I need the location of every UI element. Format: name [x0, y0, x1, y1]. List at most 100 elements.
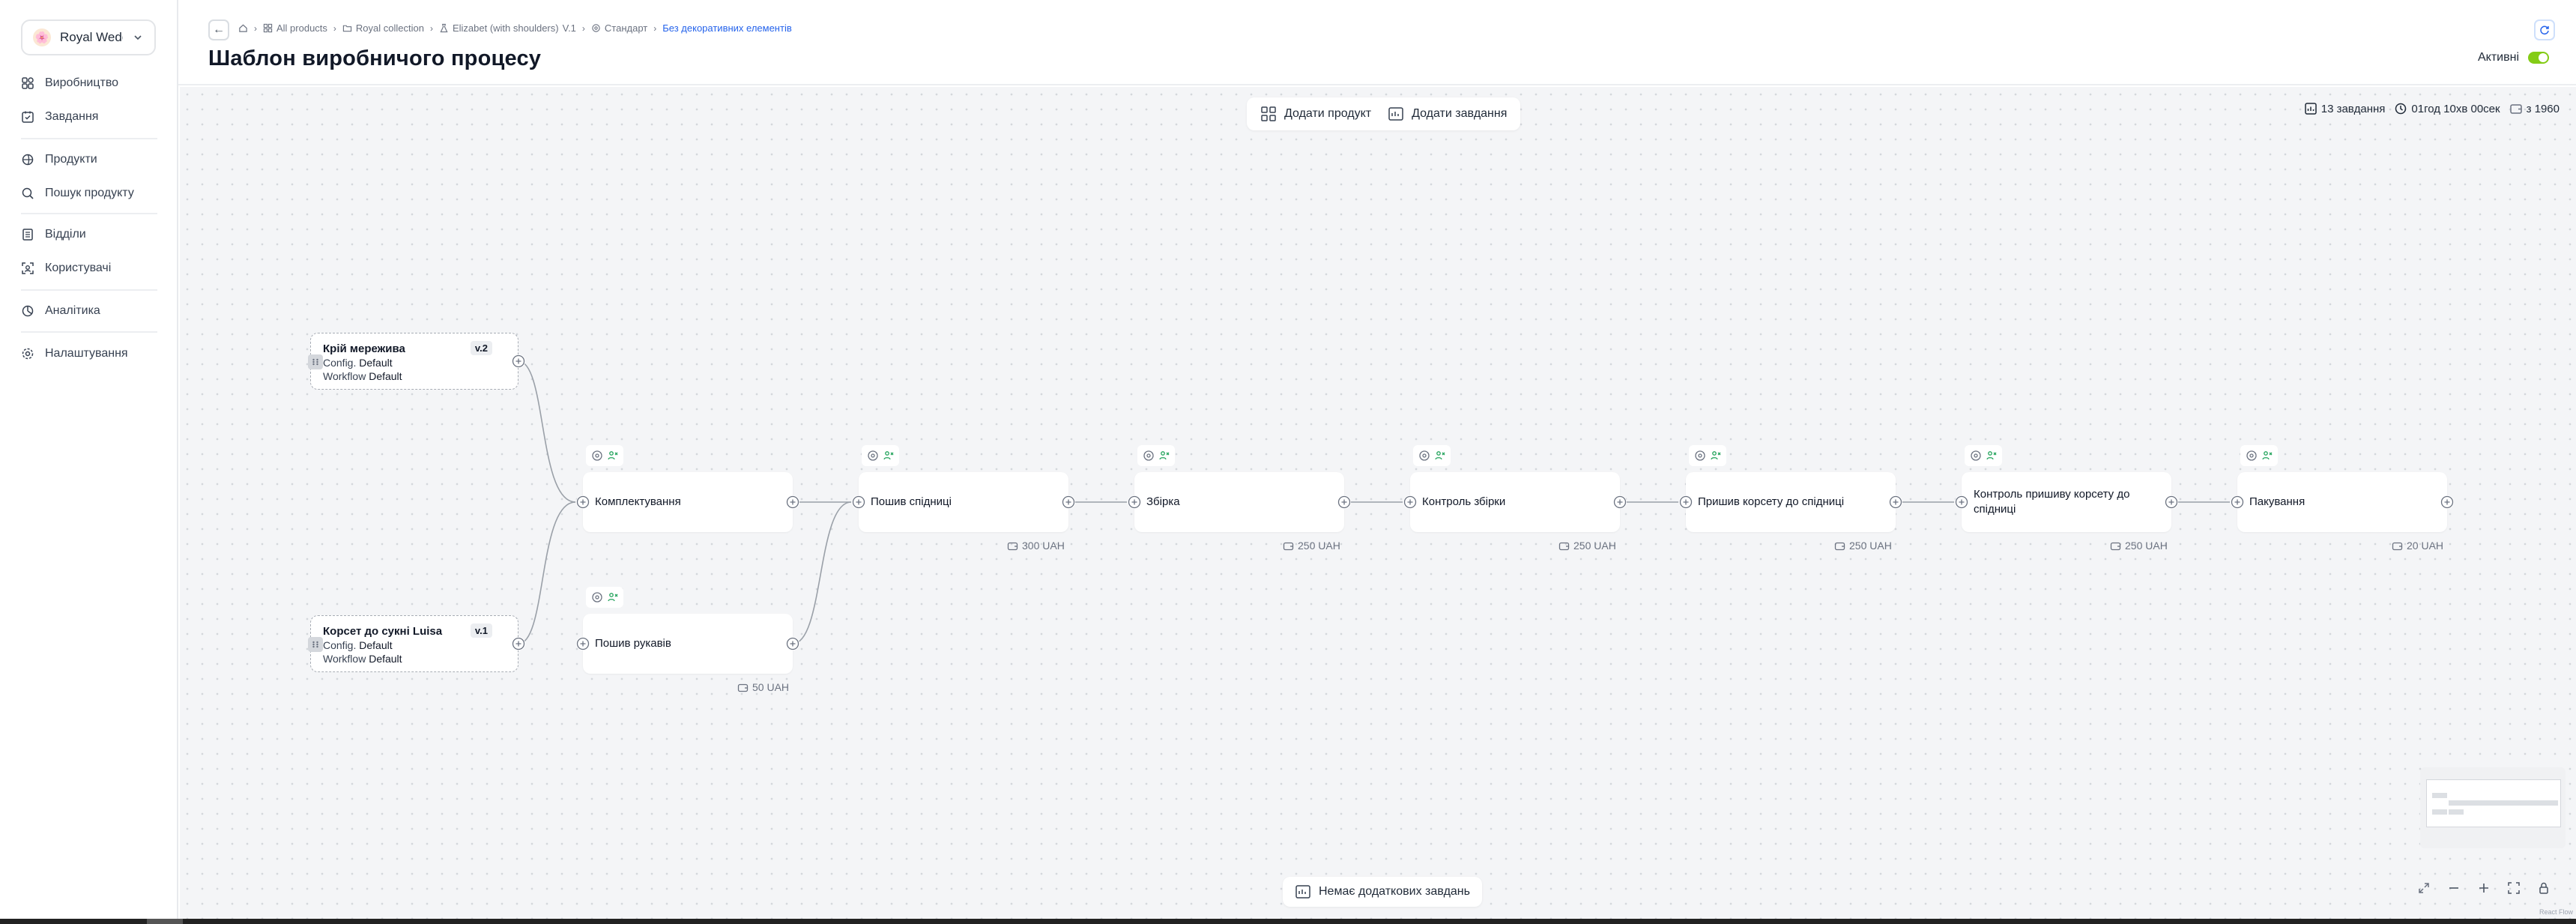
input-handle[interactable]: [576, 637, 590, 650]
plus-circle-icon: [2231, 495, 2244, 509]
input-handle[interactable]: [1679, 495, 1693, 509]
drag-handle-icon[interactable]: [308, 354, 323, 369]
output-handle[interactable]: [2165, 495, 2178, 509]
fit-view-button[interactable]: [2416, 880, 2432, 896]
workspace-selector[interactable]: 🌸 Royal Weddi...: [21, 19, 156, 55]
input-handle[interactable]: [852, 495, 865, 509]
workspace-name: Royal Weddi...: [60, 30, 123, 44]
breadcrumb-all-products[interactable]: All products: [263, 22, 327, 34]
sidebar-item-tasks[interactable]: Завдання: [21, 104, 98, 130]
output-handle[interactable]: [512, 637, 525, 650]
task-price: 250 UAH: [1283, 540, 1340, 552]
task-settings-icon[interactable]: [591, 591, 603, 603]
zoom-out-button[interactable]: [2446, 880, 2462, 896]
stat-duration-value: 01год 10хв 00сек: [2411, 102, 2500, 115]
plus-circle-icon: [512, 637, 525, 650]
breadcrumb-collection[interactable]: Royal collection: [342, 22, 424, 34]
lock-button[interactable]: [2536, 880, 2552, 896]
sidebar-item-users[interactable]: Користувачі: [21, 256, 111, 281]
no-extra-tasks-label: Немає додаткових завдань: [1319, 885, 1470, 898]
minimap[interactable]: [2420, 767, 2566, 848]
fullscreen-button[interactable]: [2506, 880, 2522, 896]
task-users-icon[interactable]: [2261, 450, 2273, 462]
breadcrumb: › All products › Royal collection › Eliz…: [238, 22, 792, 34]
task-price: 250 UAH: [1834, 540, 1892, 552]
input-handle[interactable]: [1955, 495, 1968, 509]
plus-circle-icon: [786, 495, 799, 509]
page-header: ← › All products › Royal collection › El…: [178, 0, 2576, 85]
task-users-icon[interactable]: [1986, 450, 1998, 462]
no-extra-tasks-panel[interactable]: Немає додаткових завдань: [1283, 877, 1482, 907]
task-settings-icon[interactable]: [1418, 450, 1430, 462]
breadcrumb-home[interactable]: [238, 23, 248, 33]
output-handle[interactable]: [1889, 495, 1902, 509]
task-node[interactable]: Збірка: [1134, 472, 1344, 532]
sidebar-item-products[interactable]: Продукти: [21, 147, 97, 172]
sidebar-item-product-search[interactable]: Пошук продукту: [21, 181, 134, 206]
input-handle[interactable]: [2231, 495, 2244, 509]
add-product-icon: [1261, 106, 1276, 121]
output-handle[interactable]: [1337, 495, 1351, 509]
sidebar-divider: [21, 213, 157, 214]
config-value: Default: [359, 357, 393, 369]
sidebar-item-production[interactable]: Виробництво: [21, 70, 118, 96]
sidebar-item-departments[interactable]: Відділи: [21, 222, 86, 247]
add-task-button[interactable]: Додати завдання: [1382, 100, 1513, 127]
product-node[interactable]: Корсет до сукні Luisa v.1 Config. Defaul…: [308, 615, 518, 672]
task-price-value: 20 UAH: [2407, 540, 2444, 552]
task-settings-icon[interactable]: [1970, 450, 1982, 462]
output-handle[interactable]: [512, 354, 525, 368]
active-toggle: Активні: [2478, 51, 2549, 64]
zoom-in-button[interactable]: [2476, 880, 2492, 896]
plus-circle-icon: [1128, 495, 1141, 509]
task-users-icon[interactable]: [607, 450, 619, 462]
breadcrumb-standard[interactable]: Стандарт: [591, 22, 647, 34]
task-node[interactable]: Контроль збірки: [1410, 472, 1620, 532]
breadcrumb-label: Elizabet (with shoulders): [452, 22, 559, 34]
input-handle[interactable]: [576, 495, 590, 509]
task-settings-icon[interactable]: [1143, 450, 1155, 462]
breadcrumb-label: Стандарт: [604, 22, 648, 34]
product-node[interactable]: Крій мережива v.2 Config. Default Workfl…: [308, 333, 518, 390]
task-users-icon[interactable]: [1158, 450, 1170, 462]
task-users-icon[interactable]: [883, 450, 895, 462]
task-node[interactable]: Пришив корсету до спідниці: [1686, 472, 1896, 532]
task-node[interactable]: Контроль пришиву корсету до спідниці: [1962, 472, 2171, 532]
fullscreen-icon: [2508, 882, 2520, 894]
output-handle[interactable]: [1062, 495, 1075, 509]
drag-handle-icon[interactable]: [308, 637, 323, 652]
task-settings-icon[interactable]: [1694, 450, 1706, 462]
task-users-icon[interactable]: [1710, 450, 1722, 462]
task-users-icon[interactable]: [1434, 450, 1446, 462]
stat-price-value: з 1960: [2526, 102, 2560, 115]
sidebar-item-settings[interactable]: Налаштування: [21, 341, 128, 366]
task-node[interactable]: Комплектування: [583, 472, 793, 532]
add-product-button[interactable]: Додати продукт: [1254, 100, 1377, 127]
input-handle[interactable]: [1128, 495, 1141, 509]
task-node[interactable]: Пошив рукавів: [583, 614, 793, 674]
back-button[interactable]: ←: [208, 19, 229, 40]
config-label: Config.: [323, 357, 357, 369]
task-settings-icon[interactable]: [591, 450, 603, 462]
task-label: Пришив корсету до спідниці: [1698, 495, 1845, 508]
output-handle[interactable]: [786, 495, 799, 509]
sidebar-item-analytics[interactable]: Аналітика: [21, 298, 100, 324]
task-label: Пошив спідниці: [871, 495, 952, 508]
task-node[interactable]: Пошив спідниці: [859, 472, 1068, 532]
react-flow-attribution[interactable]: React Flow: [2539, 908, 2573, 916]
production-icon: [22, 77, 34, 89]
task-node[interactable]: Пакування: [2237, 472, 2447, 532]
refresh-button[interactable]: [2534, 19, 2555, 40]
output-handle[interactable]: [786, 637, 799, 650]
breadcrumb-product[interactable]: Elizabet (with shoulders) V.1: [439, 22, 576, 34]
plus-circle-icon: [852, 495, 865, 509]
active-switch[interactable]: [2528, 52, 2549, 64]
task-settings-icon[interactable]: [867, 450, 879, 462]
output-handle[interactable]: [1613, 495, 1627, 509]
task-users-icon[interactable]: [607, 591, 619, 603]
edge-task8-to-task2: [792, 501, 852, 644]
workflow-canvas[interactable]: Додати продукт Додати завдання 13 завдан…: [180, 87, 2576, 919]
output-handle[interactable]: [2440, 495, 2454, 509]
task-settings-icon[interactable]: [2246, 450, 2258, 462]
input-handle[interactable]: [1403, 495, 1417, 509]
